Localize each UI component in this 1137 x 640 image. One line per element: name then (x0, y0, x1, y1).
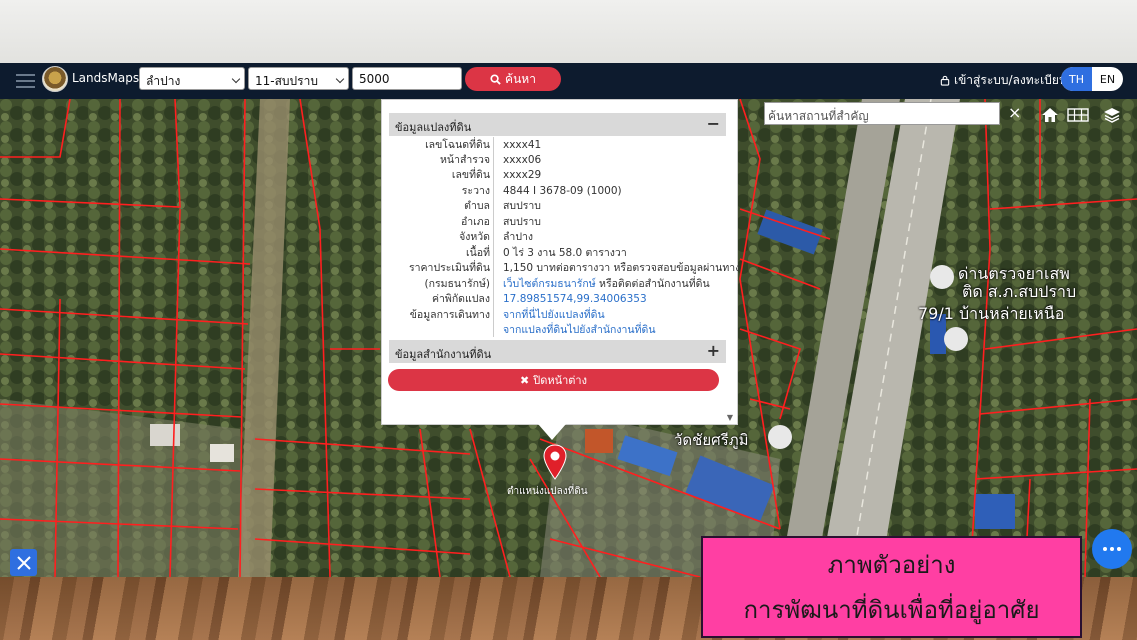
info-label: หน้าสำรวจ (440, 154, 490, 166)
place-search-input[interactable]: ค้นหาสถานที่สำคัญ (764, 102, 1000, 125)
info-row: (กรมธนารักษ์) เว็บไซต์กรมธนารักษ์ หรือติ… (389, 277, 726, 292)
dot-icon (1117, 547, 1121, 551)
language-toggle: TH EN (1061, 67, 1123, 91)
info-label: ราคาประเมินที่ดิน (408, 262, 490, 274)
scroll-down-icon[interactable]: ▼ (727, 413, 733, 422)
info-row: เลขโฉนดที่ดิน xxxx41 (389, 138, 726, 153)
info-label: เนื้อที่ (466, 247, 490, 259)
info-value: xxxx29 (503, 169, 542, 181)
info-row: จังหวัด ลำปาง (389, 230, 726, 245)
home-icon (1042, 108, 1058, 122)
login-link-label: เข้าสู่ระบบ/ลงทะเบียน (954, 73, 1068, 87)
search-icon (490, 73, 501, 85)
parcel-info-title: ข้อมูลแปลงที่ดิน (395, 121, 472, 134)
directions-to-office-link[interactable]: จากแปลงที่ดินไปยังสำนักงานที่ดิน (503, 323, 656, 338)
lock-icon (940, 75, 950, 86)
search-button[interactable]: ค้นหา (465, 67, 561, 91)
example-caption-line2: การพัฒนาที่ดินเพื่อที่อยู่อาศัย (743, 596, 1040, 624)
info-label: ตำบล (464, 200, 490, 212)
info-row: จากแปลงที่ดินไปยังสำนักงานที่ดิน (389, 323, 726, 338)
info-value-suffix: หรือติดต่อสำนักงานที่ดิน (595, 278, 710, 290)
treasury-website-link[interactable]: เว็บไซต์กรมธนารักษ์ (503, 278, 596, 290)
menu-icon[interactable] (16, 70, 35, 90)
parcel-info-header[interactable]: ข้อมูลแปลงที่ดิน − (389, 113, 726, 136)
district-select-value: 11-สบปราบ (255, 74, 318, 88)
info-row: เลขที่ดิน xxxx29 (389, 168, 726, 183)
place-search-placeholder: ค้นหาสถานที่สำคัญ (768, 109, 869, 123)
chat-button[interactable] (1092, 529, 1132, 569)
land-office-header[interactable]: ข้อมูลสำนักงานที่ดิน + (389, 340, 726, 363)
province-select[interactable]: ลำปาง (139, 67, 245, 90)
province-select-value: ลำปาง (146, 74, 181, 88)
layers-button[interactable] (1099, 102, 1125, 128)
grid-icon (1067, 108, 1089, 122)
search-button-label: ค้นหา (505, 71, 536, 86)
land-office-title: ข้อมูลสำนักงานที่ดิน (395, 348, 492, 361)
info-value: xxxx06 (503, 154, 542, 166)
info-value: สบปราบ (503, 216, 541, 228)
lang-th-button[interactable]: TH (1061, 67, 1092, 91)
info-value: 1,150 บาทต่อตารางวา หรือตรวจสอบข้อมูลผ่า… (503, 262, 741, 274)
coordinates-link[interactable]: 17.89851574,99.34006353 (503, 292, 647, 307)
info-row: หน้าสำรวจ xxxx06 (389, 153, 726, 168)
example-caption-line1: ภาพตัวอย่าง (827, 551, 956, 579)
info-value: xxxx41 (503, 139, 542, 151)
parcel-info-popup: ข้อมูลแปลงที่ดิน − เลขโฉนดที่ดิน xxxx41 … (381, 99, 740, 425)
ruler-pencil-icon (16, 555, 31, 570)
pin-label: ตำแหน่งแปลงที่ดิน (507, 486, 588, 497)
close-icon[interactable]: × (1008, 103, 1021, 122)
close-window-button[interactable]: ✖ ปิดหน้าต่าง (388, 369, 719, 391)
chevron-down-icon (335, 74, 345, 84)
info-label: อำเภอ (460, 216, 490, 228)
navbar: LandsMaps ลำปาง 11-สบปราบ 5000 ค้นหา เข้… (0, 63, 1137, 99)
tools-icon[interactable] (10, 549, 37, 576)
info-value: ลำปาง (503, 231, 534, 243)
expand-icon[interactable]: + (707, 341, 720, 360)
info-label: เลขที่ดิน (451, 169, 490, 181)
info-row: อำเภอ สบปราบ (389, 215, 726, 230)
info-label: ระวาง (461, 185, 490, 197)
info-value: 0 ไร่ 3 งาน 58.0 ตารางวา (503, 247, 627, 259)
landsmaps-logo-icon (42, 66, 68, 92)
info-label: (กรมธนารักษ์) (424, 278, 490, 290)
home-button[interactable] (1037, 102, 1063, 128)
temple-label: วัดชัยศรีภูมิ (674, 431, 749, 449)
district-select[interactable]: 11-สบปราบ (248, 67, 349, 90)
grid-button[interactable] (1065, 102, 1091, 128)
info-label: เลขโฉนดที่ดิน (425, 139, 490, 151)
top-background-band (0, 0, 1137, 63)
popup-pointer (538, 424, 566, 440)
info-row: เนื้อที่ 0 ไร่ 3 งาน 58.0 ตารางวา (389, 246, 726, 261)
info-row: ตำบล สบปราบ (389, 199, 726, 214)
info-row: ค่าพิกัดแปลง 17.89851574,99.34006353 (389, 292, 726, 307)
info-value: สบปราบ (503, 200, 541, 212)
village-label: 79/1 บ้านหล่ายเหนือ (918, 304, 1065, 323)
info-value: 4844 I 3678-09 (1000) (503, 185, 622, 197)
map-pin-icon[interactable] (543, 444, 567, 480)
directions-to-parcel-link[interactable]: จากที่นี่ไปยังแปลงที่ดิน (503, 308, 605, 323)
app-title: LandsMaps (72, 71, 140, 85)
lang-en-button[interactable]: EN (1092, 67, 1123, 91)
close-window-label: ปิดหน้าต่าง (533, 374, 587, 387)
info-row: ข้อมูลการเดินทาง จากที่นี่ไปยังแปลงที่ดิ… (389, 308, 726, 323)
login-link[interactable]: เข้าสู่ระบบ/ลงทะเบียน (940, 71, 1067, 90)
collapse-icon[interactable]: − (707, 114, 720, 133)
chevron-down-icon (231, 74, 241, 84)
layers-icon (1104, 108, 1120, 123)
info-value: เว็บไซต์กรมธนารักษ์ หรือติดต่อสำนักงานที… (503, 277, 710, 292)
info-row: ระวาง 4844 I 3678-09 (1000) (389, 184, 726, 199)
close-icon: ✖ (520, 373, 530, 387)
example-caption-box: ภาพตัวอย่าง การพัฒนาที่ดินเพื่อที่อยู่อา… (701, 536, 1082, 638)
info-label: ข้อมูลการเดินทาง (409, 309, 490, 321)
parcel-number-value: 5000 (359, 72, 390, 86)
dot-icon (1103, 547, 1107, 551)
info-label: จังหวัด (459, 231, 490, 243)
dot-icon (1110, 547, 1114, 551)
info-row: ราคาประเมินที่ดิน 1,150 บาทต่อตารางวา หร… (389, 261, 740, 276)
parcel-number-input[interactable]: 5000 (352, 67, 462, 90)
info-label: ค่าพิกัดแปลง (431, 293, 490, 305)
